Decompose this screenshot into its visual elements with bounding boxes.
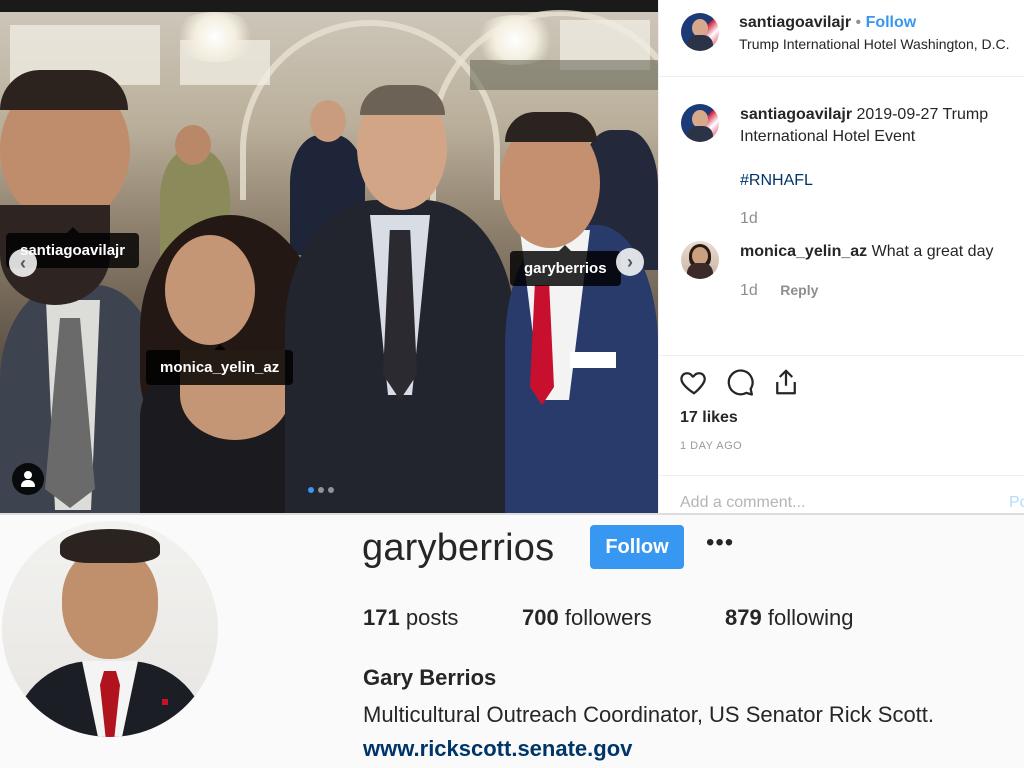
comment-input[interactable]: Add a comment... [680,494,805,512]
posts-label: posts [405,605,459,630]
caption-age[interactable]: 1d [740,210,758,227]
follow-button[interactable]: Follow [866,14,917,31]
person-gary [505,112,597,142]
posts-count: 171 [363,605,400,630]
comment-age[interactable]: 1d [740,282,758,299]
profile-full-name: Gary Berrios [363,665,497,690]
following-stat[interactable]: 879 following [725,605,853,631]
profile-bio: Multicultural Outreach Coordinator, US S… [363,702,935,727]
post-timestamp[interactable]: 1 DAY AGO [680,440,742,452]
comment-icon[interactable] [725,367,755,397]
balcony [470,60,658,90]
followers-label: followers [564,605,652,630]
photo-tag[interactable]: monica_yelin_az [146,344,294,385]
profile-header: garyberrios Follow ••• 171 posts 700 fol… [0,513,1024,768]
follow-button[interactable]: Follow [590,525,684,569]
post-location[interactable]: Trump International Hotel Washington, D.… [739,36,1010,52]
arrow-right-icon[interactable]: › [616,248,644,276]
post-photo[interactable]: santiagoavilajr monica_yelin_az garyberr… [0,0,658,513]
person-monica [165,235,255,345]
carousel-dots [308,487,334,493]
avatar[interactable] [681,104,719,142]
avatar[interactable] [2,521,218,737]
background-person [310,100,346,142]
profile-website-link[interactable]: www.rickscott.senate.gov [363,736,632,762]
post-actions [679,367,801,397]
following-label: following [767,605,854,630]
person-middle [360,85,445,115]
followers-count: 700 [522,605,559,630]
header-line: santiagoavilajr • Follow [739,14,916,32]
divider [659,355,1024,356]
person-santiago [0,70,128,110]
likes-count[interactable]: 17 likes [680,409,738,427]
post-side-panel: santiagoavilajr • Follow Trump Internati… [658,0,1024,513]
pocket-square [570,352,616,368]
reply-button[interactable]: Reply [780,282,818,298]
chandelier [470,15,560,65]
more-options-icon[interactable]: ••• [706,529,734,557]
divider [659,475,1024,476]
chandelier [170,12,260,62]
posts-stat: 171 posts [363,605,458,631]
comment-text: What a great day [871,243,994,260]
share-icon[interactable] [771,367,801,397]
caption-username[interactable]: santiagoavilajr [740,106,852,123]
divider [659,76,1024,77]
profile-username: garyberrios [362,527,555,569]
following-count: 879 [725,605,762,630]
background-person [175,125,211,165]
arrow-left-icon[interactable]: ‹ [9,249,37,277]
avatar[interactable] [681,241,719,279]
instagram-post: santiagoavilajr monica_yelin_az garyberr… [0,0,1024,513]
tagged-user-icon[interactable] [12,463,44,495]
separator: • [855,14,862,31]
caption-body: santiagoavilajr 2019-09-27 Trump Interna… [740,104,1024,230]
photo-tag[interactable]: garyberrios [510,245,621,286]
comment-body: monica_yelin_az What a great day 1d Repl… [740,241,1024,302]
post-comment-button[interactable]: Po [1009,494,1024,512]
post-author-username[interactable]: santiagoavilajr [739,14,851,31]
hashtag-link[interactable]: #RNHAFL [740,172,813,189]
comment-username[interactable]: monica_yelin_az [740,243,867,260]
followers-stat[interactable]: 700 followers [522,605,652,631]
heart-icon[interactable] [679,367,709,397]
avatar[interactable] [681,13,719,51]
